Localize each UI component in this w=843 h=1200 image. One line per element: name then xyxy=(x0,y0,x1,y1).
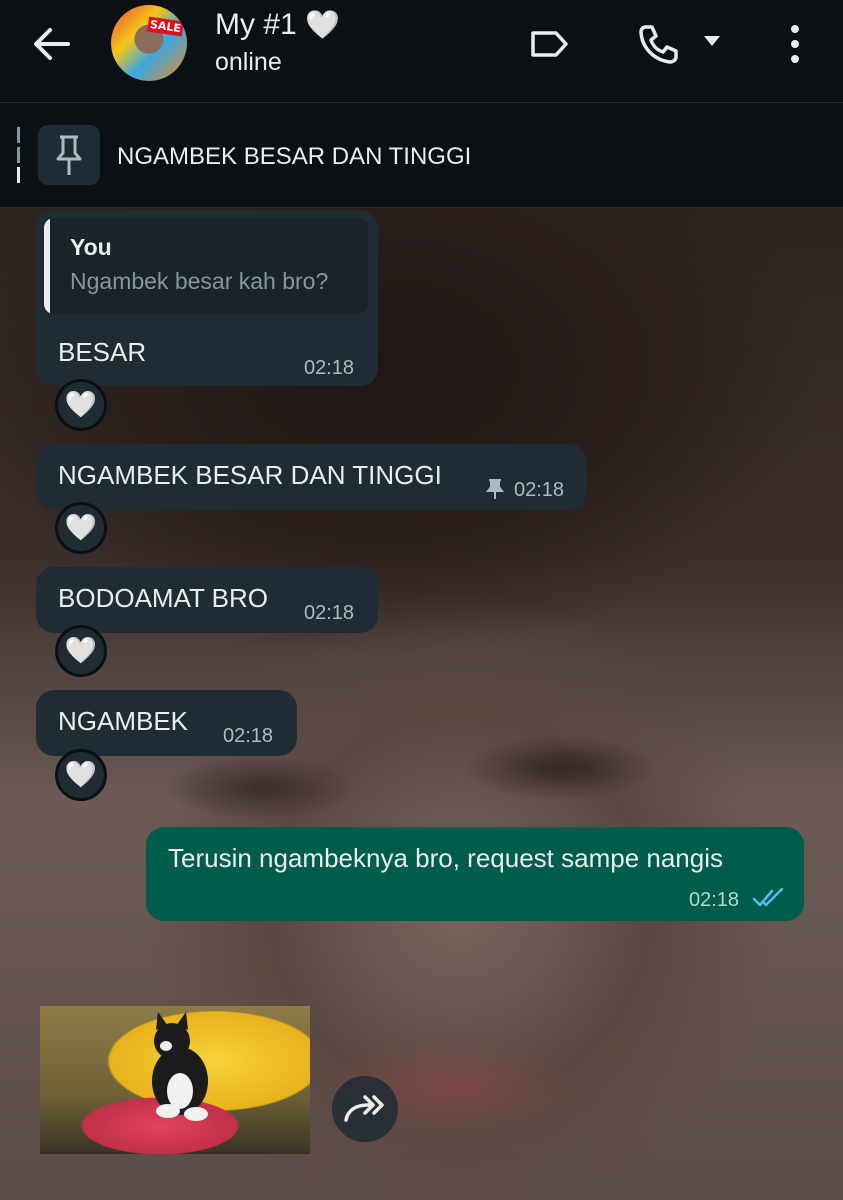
heart-reaction[interactable]: 🤍 xyxy=(55,502,107,554)
contact-status: online xyxy=(215,48,282,76)
caret-down-icon[interactable] xyxy=(702,34,722,48)
white-heart-emoji: 🤍 xyxy=(305,8,340,41)
chat-area[interactable]: You Ngambek besar kah bro? BESAR 02:18 🤍… xyxy=(0,208,843,1200)
heart-reaction[interactable]: 🤍 xyxy=(55,625,107,677)
message-text: NGAMBEK BESAR DAN TINGGI xyxy=(58,460,442,490)
contact-name-text: My #1 xyxy=(215,8,297,41)
incoming-message[interactable]: NGAMBEK 02:18 xyxy=(36,690,297,756)
message-text: BESAR xyxy=(58,337,147,367)
message-time: 02:18 xyxy=(304,602,355,624)
message-time: 02:18 xyxy=(514,479,565,501)
chat-header: SALE My #1 🤍 online xyxy=(0,0,843,103)
pin-icon xyxy=(56,135,82,175)
quote-author: You xyxy=(70,234,112,260)
message-text: NGAMBEK xyxy=(58,706,189,736)
read-receipt-icon xyxy=(752,887,784,907)
more-vert-icon[interactable] xyxy=(785,22,805,66)
cat-sticker[interactable] xyxy=(40,1006,310,1154)
label-icon[interactable] xyxy=(528,26,572,62)
pinned-message-text: NGAMBEK BESAR DAN TINGGI xyxy=(117,143,472,170)
message-text: BODOAMAT BRO xyxy=(58,583,268,613)
avatar-sticker-text: SALE xyxy=(147,16,184,37)
incoming-message[interactable]: BODOAMAT BRO 02:18 xyxy=(36,567,378,633)
phone-icon[interactable] xyxy=(636,22,680,66)
message-time: 02:18 xyxy=(223,725,274,747)
forward-icon xyxy=(344,1095,384,1122)
heart-reaction[interactable]: 🤍 xyxy=(55,749,107,801)
contact-avatar[interactable]: SALE xyxy=(111,5,187,81)
pin-icon-box xyxy=(38,125,100,185)
message-text: Terusin ngambeknya bro, request sampe na… xyxy=(168,843,723,873)
quote-bar xyxy=(44,218,50,314)
back-arrow-icon[interactable] xyxy=(28,24,76,64)
quote-text: Ngambek besar kah bro? xyxy=(70,268,329,294)
heart-reaction[interactable]: 🤍 xyxy=(55,379,107,431)
incoming-message[interactable]: You Ngambek besar kah bro? BESAR 02:18 xyxy=(36,210,378,386)
quoted-message[interactable]: You Ngambek besar kah bro? xyxy=(44,218,368,314)
cat-figure xyxy=(152,1012,208,1121)
pin-icon xyxy=(486,479,504,499)
contact-name[interactable]: My #1 🤍 xyxy=(215,8,340,42)
message-time: 02:18 xyxy=(689,889,740,911)
forward-button[interactable] xyxy=(332,1076,398,1142)
outgoing-message[interactable]: Terusin ngambeknya bro, request sampe na… xyxy=(146,827,804,921)
message-time: 02:18 xyxy=(304,357,355,379)
incoming-message[interactable]: NGAMBEK BESAR DAN TINGGI 02:18 xyxy=(36,444,587,510)
pinned-indicator xyxy=(17,127,20,183)
